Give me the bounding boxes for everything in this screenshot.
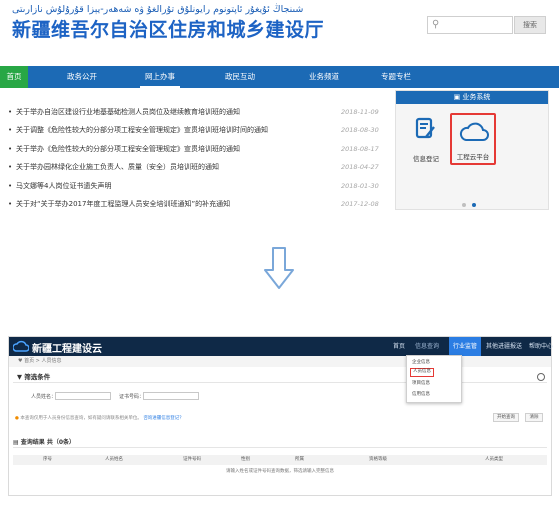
dropdown-item-credit[interactable]: 信用信息 xyxy=(412,390,430,399)
news-item[interactable]: • 关于举办《危险性较大的分部分项工程安全管理规定》宣贯培训班的通知 2018-… xyxy=(8,140,393,158)
news-item[interactable]: • 关于举办自治区建设行业地基基础检测人员岗位及继续教育培训班的通知 2018-… xyxy=(8,103,393,121)
main-nav: 首页 政务公开 网上办事 政民互动 业务频道 专题专栏 xyxy=(0,66,559,88)
news-title[interactable]: 关于对“关于举办2017年度工程监理人员安全培训班通知”的补充通知 xyxy=(16,195,230,213)
col-id: 证件号码 xyxy=(183,457,201,462)
news-title[interactable]: 马文娜等4人岗位证书遗失声明 xyxy=(16,177,111,195)
col-affiliation: 所属 xyxy=(295,457,304,462)
col-index: 序号 xyxy=(43,457,52,462)
news-date: 2018-04-27 xyxy=(341,163,379,172)
dropdown-item-company[interactable]: 企业信息 xyxy=(412,358,430,367)
arrow-down-icon xyxy=(264,247,294,289)
search-input[interactable]: ⚲ xyxy=(427,16,513,34)
nav-business[interactable]: 业务频道 xyxy=(294,66,354,88)
search-icon: ⚲ xyxy=(432,19,440,30)
news-list: • 关于举办自治区建设行业地基基础检测人员岗位及继续教育培训班的通知 2018-… xyxy=(8,103,393,213)
certificate-label: 证书号码： xyxy=(119,394,145,400)
edit-form-icon xyxy=(415,117,435,139)
carousel-dot-active[interactable] xyxy=(472,203,476,207)
col-gender: 性别 xyxy=(241,457,250,462)
name-label: 人员姓名： xyxy=(31,394,57,400)
platform-logo-text: 新疆工程建设云 xyxy=(32,344,102,355)
tile-info-registration[interactable]: 信息登记 xyxy=(404,113,448,165)
platform-nav-help[interactable]: 帮助中心 xyxy=(529,337,553,356)
news-item[interactable]: • 关于对“关于举办2017年度工程监理人员安全培训班通知”的补充通知 2017… xyxy=(8,195,393,213)
col-type: 人员类型 xyxy=(485,457,503,462)
settings-icon[interactable] xyxy=(537,373,545,381)
uyghur-site-title: شىنجاڭ ئۇيغۇر ئاپتونوم رايونلۇق تۇرالغۇ … xyxy=(12,4,304,15)
filter-title: ▼ 筛选条件 xyxy=(17,373,51,381)
query-hint: ● 本查询仅用于人员身份信息查询，如有疑问请联系相关单位。 咨询进疆信息登记？ xyxy=(15,415,184,421)
dropdown-item-project[interactable]: 项目信息 xyxy=(412,379,430,388)
business-systems-panel: ▣ 业务系统 信息登记 工程云平台 xyxy=(395,90,549,210)
tile-cloud-platform[interactable]: 工程云平台 xyxy=(450,113,496,165)
name-input[interactable] xyxy=(55,392,111,400)
search-button[interactable]: 开始查询 xyxy=(493,413,519,422)
results-header: ▤ 查询结果 共（0条） xyxy=(13,437,547,448)
hint-text: 本查询仅用于人员身份信息查询，如有疑问请联系相关单位。 xyxy=(20,416,142,421)
news-title[interactable]: 关于调整《危险性较大的分部分项工程安全管理规定》宣贯培训班培训时间的通知 xyxy=(16,121,268,139)
news-date: 2018-08-30 xyxy=(341,126,379,135)
news-date: 2018-08-17 xyxy=(341,144,379,153)
empty-results-message: 请输入姓名或证件号码查询数据，筛选请输入完整信息 xyxy=(226,469,334,474)
platform-nav-home[interactable]: 首页 xyxy=(393,337,405,356)
col-level: 资格等级 xyxy=(369,457,387,462)
news-title[interactable]: 关于举办自治区建设行业地基基础检测人员岗位及继续教育培训班的通知 xyxy=(16,103,240,121)
breadcrumb: ♥ 首页 > 人员信息 xyxy=(9,356,551,367)
nav-online-service[interactable]: 网上办事 xyxy=(128,66,192,88)
warning-icon: ● xyxy=(15,416,19,421)
news-item[interactable]: • 关于调整《危险性较大的分部分项工程安全管理规定》宣贯培训班培训时间的通知 2… xyxy=(8,121,393,139)
nav-interaction[interactable]: 政民互动 xyxy=(210,66,270,88)
news-date: 2018-01-30 xyxy=(341,181,379,190)
business-systems-header: ▣ 业务系统 xyxy=(396,91,548,104)
news-title[interactable]: 关于举办《危险性较大的分部分项工程安全管理规定》宣贯培训班的通知 xyxy=(16,140,240,158)
nav-home[interactable]: 首页 xyxy=(0,66,28,88)
col-name: 人员姓名 xyxy=(105,457,123,462)
search-button[interactable]: 搜索 xyxy=(514,16,546,34)
news-title[interactable]: 关于举办园林绿化企业施工负责人、质量（安全）员培训班的通知 xyxy=(16,158,219,176)
news-item[interactable]: • 关于举办园林绿化企业施工负责人、质量（安全）员培训班的通知 2018-04-… xyxy=(8,158,393,176)
table-header: 序号 人员姓名 证件号码 性别 所属 资格等级 人员类型 xyxy=(13,455,547,465)
business-systems-title: 业务系统 xyxy=(462,93,491,101)
platform-screenshot: 新疆工程建设云 首页 信息查询 行业监管 其他进疆报送 帮助中心 ♥ 首页 > … xyxy=(8,336,553,496)
news-date: 2018-11-09 xyxy=(341,108,379,116)
tile-label: 工程云平台 xyxy=(456,153,490,161)
platform-nav-report[interactable]: 其他进疆报送 xyxy=(486,337,522,356)
platform-nav-info-query[interactable]: 信息查询 xyxy=(415,337,439,356)
cloud-logo-icon xyxy=(13,340,29,352)
carousel-dot[interactable] xyxy=(462,203,466,207)
news-date: 2017-12-08 xyxy=(341,199,379,208)
tile-label: 信息登记 xyxy=(413,155,439,163)
portal-screenshot: شىنجاڭ ئۇيغۇر ئاپتونوم رايونلۇق تۇرالغۇ … xyxy=(0,0,559,220)
site-title: 新疆维吾尔自治区住房和城乡建设厅 xyxy=(12,19,325,41)
platform-header: 新疆工程建设云 首页 信息查询 行业监管 其他进疆报送 帮助中心 xyxy=(9,337,553,356)
dropdown-item-personnel[interactable]: 人员信息 xyxy=(410,368,434,377)
info-query-dropdown: 企业信息 人员信息 项目信息 信用信息 xyxy=(406,355,462,403)
news-item[interactable]: • 马文娜等4人岗位证书遗失声明 2018-01-30 xyxy=(8,177,393,195)
clear-button[interactable]: 清除 xyxy=(525,413,543,422)
hint-link[interactable]: 咨询进疆信息登记？ xyxy=(143,416,184,421)
nav-gov-affairs[interactable]: 政务公开 xyxy=(52,66,112,88)
nav-topics[interactable]: 专题专栏 xyxy=(366,66,426,88)
cloud-icon xyxy=(459,122,489,141)
certificate-input[interactable] xyxy=(143,392,199,400)
filter-section-header: ▼ 筛选条件 xyxy=(13,371,547,383)
platform-nav-supervision[interactable]: 行业监管 xyxy=(449,337,482,356)
